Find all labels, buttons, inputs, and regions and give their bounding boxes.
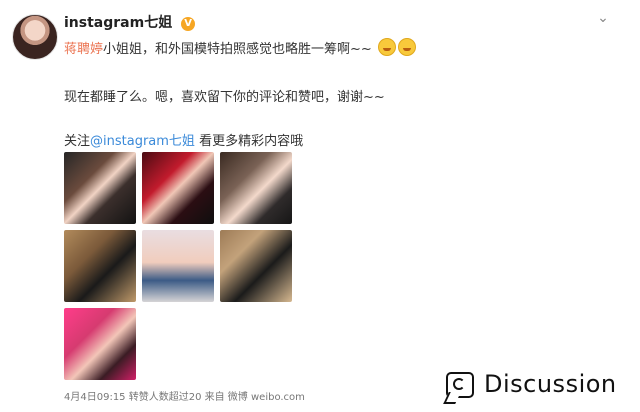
discussion-watermark: Discussion bbox=[426, 350, 640, 412]
discussion-logo-icon bbox=[446, 372, 474, 398]
post-text-1-rest: 小姐姐，和外国模特拍照感觉也略胜一筹啊~~ bbox=[103, 42, 372, 57]
photo-thumbnail[interactable] bbox=[64, 230, 136, 302]
weibo-post-card: instagram七姐 V ⌄ 蒋聘婷小姐姐，和外国模特拍照感觉也略胜一筹啊~~… bbox=[0, 0, 640, 412]
photo-thumbnail[interactable] bbox=[220, 152, 292, 224]
mentioned-user-link[interactable]: 蒋聘婷 bbox=[64, 42, 103, 57]
post-text-line-1: 蒋聘婷小姐姐，和外国模特拍照感觉也略胜一筹啊~~ bbox=[64, 38, 416, 57]
chevron-down-icon[interactable]: ⌄ bbox=[594, 10, 612, 28]
follow-user-link[interactable]: @instagram七姐 bbox=[90, 134, 195, 149]
post-text-line-3: 关注@instagram七姐 看更多精彩内容哦 bbox=[64, 130, 303, 149]
follow-prefix: 关注 bbox=[64, 134, 91, 149]
username-text[interactable]: instagram七姐 bbox=[64, 15, 172, 31]
photo-thumbnail[interactable] bbox=[64, 152, 136, 224]
emoji-face-icon bbox=[397, 38, 416, 56]
post-text-line-2: 现在都睡了么。嗯，喜欢留下你的评论和赞吧，谢谢~~ bbox=[64, 90, 385, 105]
emoji-face-icon bbox=[377, 38, 396, 56]
follow-suffix: 看更多精彩内容哦 bbox=[194, 134, 304, 149]
photo-thumbnail[interactable] bbox=[220, 230, 292, 302]
post-footer-meta: 4月4日09:15 转赞人数超过20 来自 微博 weibo.com bbox=[64, 392, 305, 403]
verified-badge-icon: V bbox=[181, 17, 196, 31]
post-username[interactable]: instagram七姐 V bbox=[64, 12, 196, 32]
photo-thumbnail[interactable] bbox=[142, 230, 214, 302]
discussion-watermark-text: Discussion bbox=[484, 370, 617, 398]
photo-thumbnail[interactable] bbox=[142, 152, 214, 224]
photo-thumbnail[interactable] bbox=[64, 308, 136, 380]
user-avatar[interactable] bbox=[12, 14, 58, 60]
